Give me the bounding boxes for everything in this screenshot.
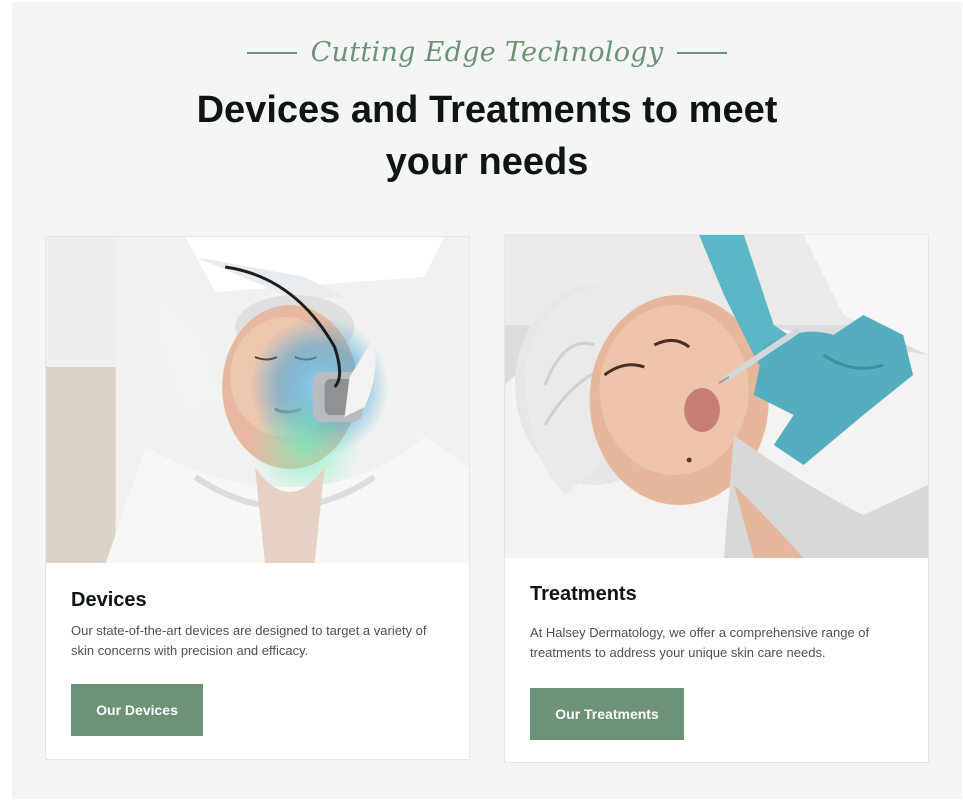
devices-title: Devices: [71, 589, 147, 611]
treatments-photo: [505, 235, 928, 558]
led-device-photo-icon: [46, 237, 469, 563]
injection-treatment-photo-icon: [505, 235, 928, 558]
eyebrow-text: Cutting Edge Technology: [310, 37, 664, 68]
our-devices-button[interactable]: Our Devices: [71, 684, 203, 736]
eyebrow-line-right: [677, 51, 728, 54]
treatments-description: At Halsey Dermatology, we offer a compre…: [530, 625, 870, 660]
devices-card: Devices Our state-of-the-art devices are…: [45, 236, 470, 760]
treatments-card: Treatments At Halsey Dermatology, we off…: [504, 234, 929, 763]
treatments-title: Treatments: [530, 583, 637, 605]
devices-photo: [46, 237, 469, 563]
devices-description: Our state-of-the-art devices are designe…: [71, 623, 427, 658]
our-treatments-button[interactable]: Our Treatments: [530, 688, 684, 740]
section-heading: Devices and Treatments to meet your need…: [196, 89, 778, 183]
eyebrow: Cutting Edge Technology: [12, 37, 962, 68]
eyebrow-line-left: [246, 51, 297, 54]
technology-section: Cutting Edge Technology Devices and Trea…: [12, 2, 962, 799]
